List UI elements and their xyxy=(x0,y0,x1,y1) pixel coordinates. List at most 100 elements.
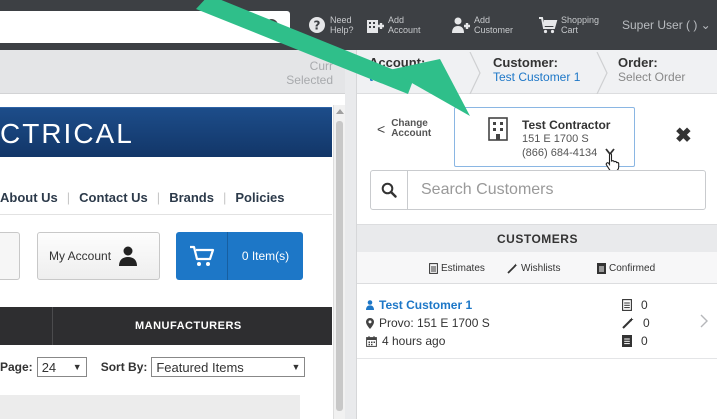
page-size-label: Page: xyxy=(0,360,33,374)
my-account-button[interactable]: My Account xyxy=(37,232,160,280)
add-customer-line1: Add xyxy=(474,15,491,25)
page-size-select[interactable]: 24 ▼ xyxy=(36,357,87,377)
cart-count: 0 Item(s) xyxy=(241,249,290,263)
current-selection-line2: Selected xyxy=(286,73,333,87)
user-icon xyxy=(366,300,374,310)
help-label-line2: Help? xyxy=(330,25,354,35)
my-account-label: My Account xyxy=(49,249,112,263)
cart-button[interactable]: 0 Item(s) xyxy=(176,232,303,280)
breadcrumb-order-title: Order: xyxy=(618,55,658,70)
customer-search xyxy=(370,170,706,210)
legend-confirmed: Confirmed xyxy=(597,263,655,274)
nav-policies[interactable]: Policies xyxy=(235,190,284,205)
account-name: Test Contractor xyxy=(522,118,611,132)
breadcrumb-order-value: Select Order xyxy=(618,70,686,84)
scroll-thumb[interactable] xyxy=(336,121,343,411)
legend-estimates-label: Estimates xyxy=(441,263,485,274)
breadcrumb-account[interactable]: Account: t Contractor xyxy=(369,55,438,85)
document-icon xyxy=(622,299,632,311)
shopping-cart-line1: Shopping xyxy=(561,15,600,25)
add-user-icon xyxy=(452,17,470,33)
nav-separator: | xyxy=(222,189,227,205)
chevron-right-icon[interactable] xyxy=(700,314,708,328)
sort-by-value: Featured Items xyxy=(156,359,244,375)
add-account-line1: Add xyxy=(388,15,405,25)
customers-header: CUSTOMERS xyxy=(357,224,717,252)
estimates-count: 0 xyxy=(641,298,648,312)
current-selection-label: Curr Selected xyxy=(286,59,333,87)
breadcrumb-chevron-icon xyxy=(469,52,481,94)
sort-by-select[interactable]: Featured Items ▼ xyxy=(151,357,306,377)
nav-brands[interactable]: Brands xyxy=(169,190,214,205)
customer-confirmed-count: 0 xyxy=(622,334,648,348)
confirmed-document-icon xyxy=(622,335,632,347)
store-nav: About Us | Contact Us | Brands | Policie… xyxy=(0,187,285,207)
add-account-button[interactable]: Add Account xyxy=(365,10,421,40)
breadcrumb-order[interactable]: Order: Select Order xyxy=(618,55,685,85)
breadcrumb-customer[interactable]: Customer: Test Customer 1 xyxy=(493,55,580,85)
wishlists-count: 0 xyxy=(643,316,650,330)
breadcrumb-account-value: t Contractor xyxy=(369,70,438,84)
legend-wishlists-label: Wishlists xyxy=(521,263,561,274)
document-icon xyxy=(429,263,438,274)
account-phone: (866) 684-4134 xyxy=(522,147,598,159)
legend-confirmed-label: Confirmed xyxy=(609,263,656,274)
search-icon[interactable] xyxy=(264,18,282,36)
partial-button[interactable] xyxy=(0,232,20,280)
customer-legend: Estimates Wishlists Confirmed xyxy=(357,252,717,284)
calendar-icon xyxy=(366,335,377,347)
product-placeholder xyxy=(0,395,300,419)
page-size-value: 24 xyxy=(41,359,57,375)
nav-about-us[interactable]: About Us xyxy=(0,190,58,205)
customer-location-row: Provo: 151 E 1700 S xyxy=(366,316,490,330)
help-label-line1: Need xyxy=(330,15,352,25)
legend-estimates: Estimates xyxy=(429,263,485,274)
sort-by-label: Sort By: xyxy=(100,360,148,374)
add-customer-button[interactable]: Add Customer xyxy=(451,10,513,40)
breadcrumb-account-title: Account: xyxy=(369,55,426,70)
customer-search-input[interactable] xyxy=(421,179,691,201)
customers-header-label: CUSTOMERS xyxy=(497,232,578,246)
selected-account-card[interactable]: Test Contractor 151 E 1700 S (866) 684-4… xyxy=(454,107,635,172)
question-circle-icon: ? xyxy=(309,17,325,33)
customer-name[interactable]: Test Customer 1 xyxy=(379,298,472,312)
category-separator xyxy=(52,307,53,345)
user-menu[interactable]: Super User ( ) ⌄ xyxy=(622,18,711,32)
category-manufacturers[interactable]: MANUFACTURERS xyxy=(135,320,242,332)
search-icon xyxy=(381,182,397,198)
shopping-cart-line2: Cart xyxy=(561,25,579,35)
customer-list-item[interactable]: Test Customer 1 Provo: 151 E 1700 S 4 ho… xyxy=(357,284,717,359)
magic-wand-icon xyxy=(622,317,634,329)
storefront-area: Curr Selected CTRICAL About Us | Contact… xyxy=(0,50,345,419)
context-band: Curr Selected xyxy=(0,50,345,94)
breadcrumb: Account: t Contractor Customer: Test Cus… xyxy=(357,50,717,94)
user-icon xyxy=(119,246,138,266)
customer-search-button[interactable] xyxy=(371,171,408,209)
cart-icon-wrap xyxy=(176,232,228,280)
dropdown-caret-icon: ▼ xyxy=(72,362,82,372)
breadcrumb-customer-value: Test Customer 1 xyxy=(493,70,581,84)
breadcrumb-chevron-icon xyxy=(596,52,608,94)
change-account-button[interactable]: < Change Account xyxy=(377,119,431,139)
nav-contact-us[interactable]: Contact Us xyxy=(79,190,148,205)
customer-time: 4 hours ago xyxy=(382,334,446,348)
customer-location: Provo: 151 E 1700 S xyxy=(379,316,490,330)
scroll-up-icon[interactable] xyxy=(336,109,344,114)
store-scrollbar[interactable] xyxy=(333,105,345,419)
nav-divider xyxy=(0,214,332,215)
category-bar: MANUFACTURERS xyxy=(0,307,332,345)
current-selection-line1: Curr xyxy=(309,59,333,73)
add-building-icon xyxy=(367,20,384,33)
nav-separator: | xyxy=(66,189,71,205)
shopping-cart-button[interactable]: Shopping Cart xyxy=(538,10,599,40)
svg-text:?: ? xyxy=(314,19,321,33)
global-search-input[interactable] xyxy=(0,11,290,43)
store-banner: CTRICAL xyxy=(0,107,332,157)
close-icon[interactable]: ✖ xyxy=(675,123,692,148)
legend-wishlists: Wishlists xyxy=(507,263,560,274)
hand-pointer-icon xyxy=(605,152,620,172)
store-logo-text: CTRICAL xyxy=(0,118,134,149)
top-bar: ? Need Help? Add Account Add Customer Shopp… xyxy=(0,0,717,50)
help-button[interactable]: ? Need Help? xyxy=(307,10,354,40)
change-account-line2: Account xyxy=(391,128,432,139)
